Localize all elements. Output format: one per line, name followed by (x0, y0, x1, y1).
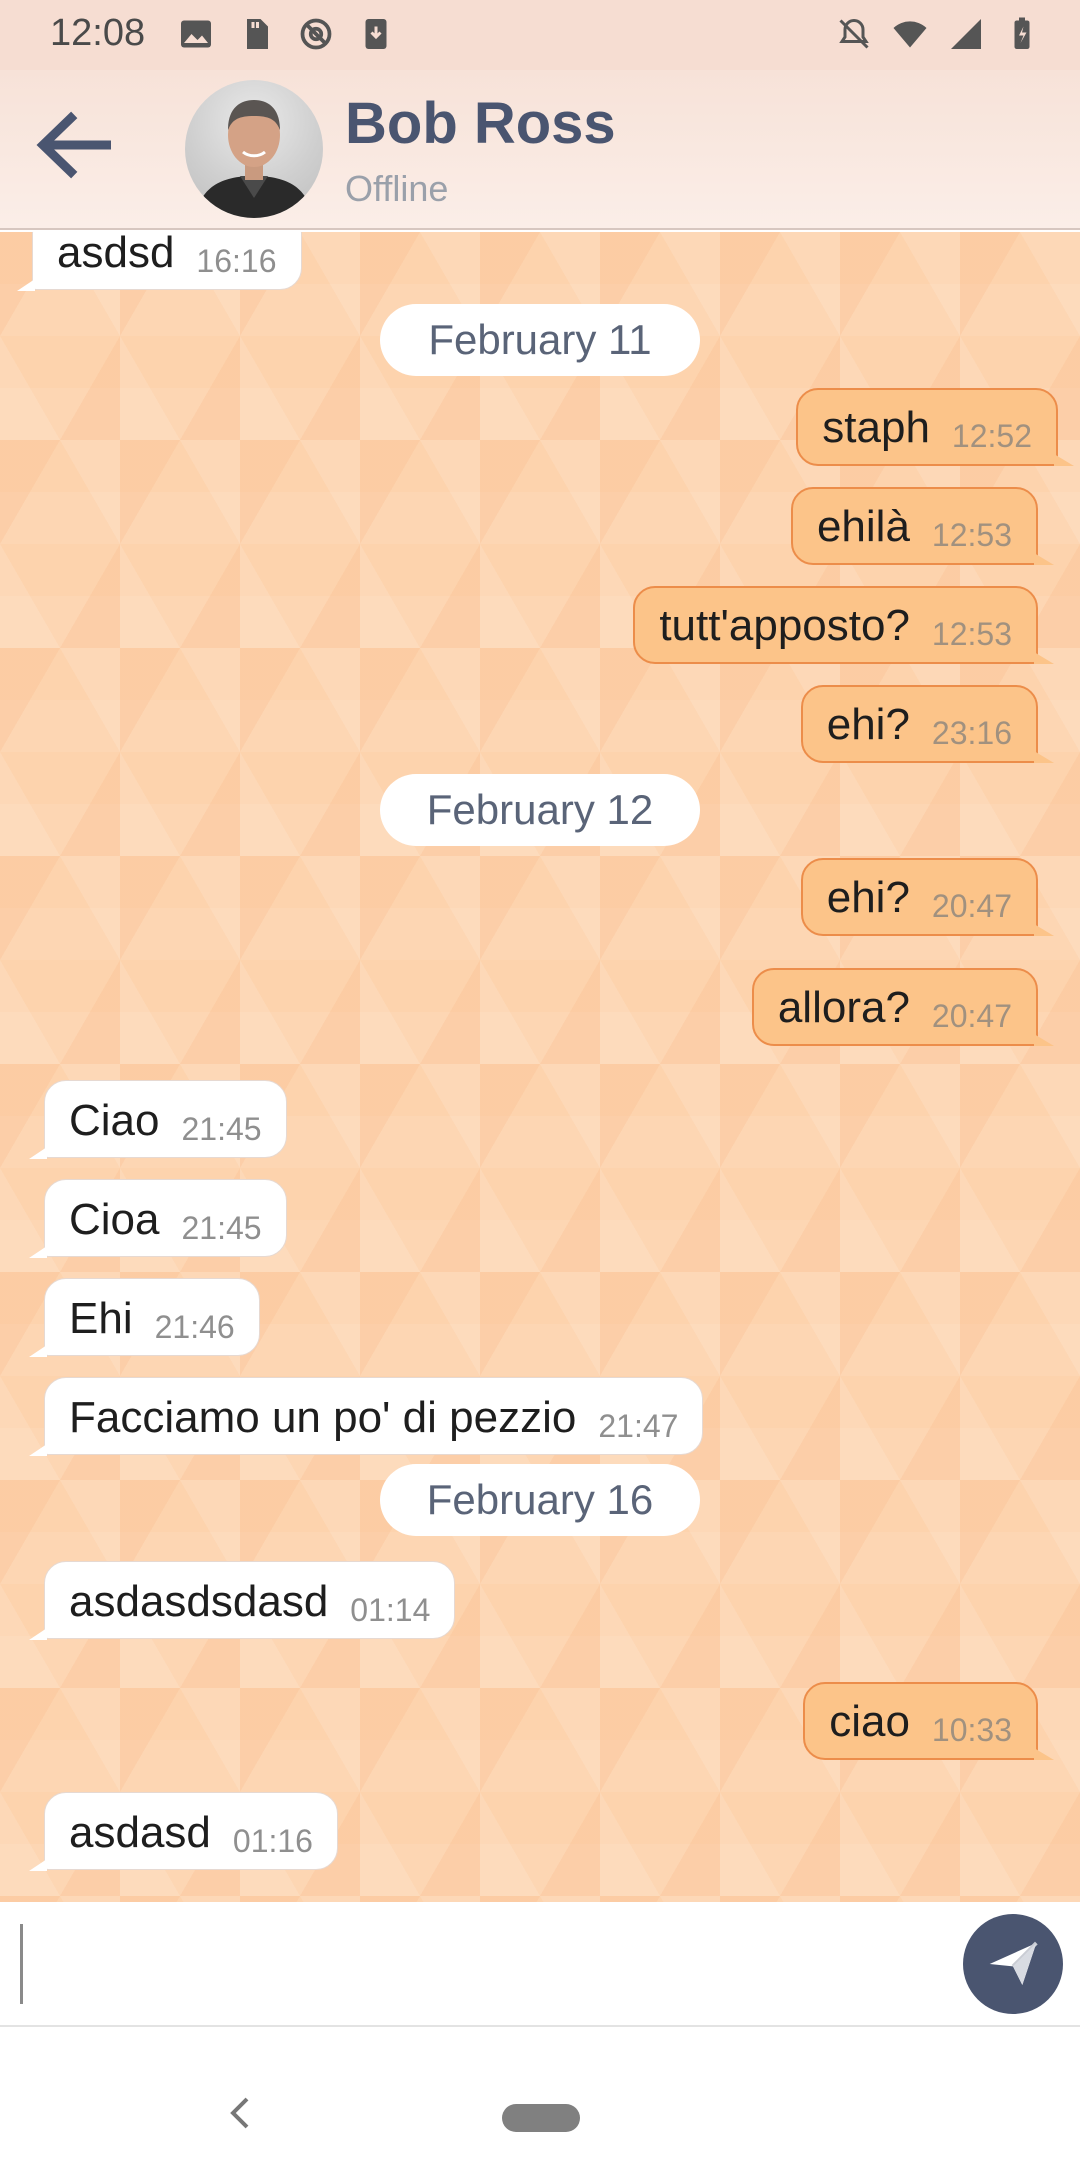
message-incoming[interactable]: Facciamo un po' di pezzio 21:47 (28, 1377, 704, 1456)
contact-status: Offline (345, 168, 449, 209)
message-incoming[interactable]: Ciao 21:45 (29, 1080, 287, 1159)
message-time: 21:47 (598, 1408, 679, 1444)
system-nav-bar (0, 2028, 1080, 2160)
message-incoming[interactable]: Cioa 21:45 (29, 1179, 287, 1258)
message-time: 21:45 (181, 1111, 262, 1147)
status-bar: 12:08 (0, 0, 1080, 70)
message-outgoing[interactable]: tutt'apposto? 12:53 (633, 586, 1054, 664)
message-time: 20:47 (931, 888, 1012, 924)
wifi-icon (893, 21, 927, 48)
message-incoming[interactable]: asdasd 01:16 (29, 1792, 338, 1871)
message-outgoing[interactable]: staph 12:52 (796, 388, 1074, 466)
message-time: 01:14 (350, 1592, 431, 1628)
notifications-off-icon (839, 18, 869, 49)
message-text: staph (822, 403, 930, 452)
message-time: 21:46 (154, 1309, 235, 1345)
message-time: 12:53 (931, 517, 1012, 553)
message-time: 23:16 (931, 715, 1012, 751)
contact-name[interactable]: Bob Ross (345, 90, 616, 157)
message-incoming[interactable]: asdsd 16:16 (17, 232, 302, 291)
image-icon (181, 20, 211, 48)
date-separator: February 16 (380, 1464, 700, 1536)
message-outgoing[interactable]: ehi? 20:47 (800, 858, 1055, 936)
message-outgoing[interactable]: allora? 20:47 (751, 968, 1055, 1046)
message-time: 12:52 (951, 418, 1032, 454)
message-time: 16:16 (196, 243, 277, 279)
arrow-left-icon (36, 111, 111, 179)
status-time: 12:08 (50, 12, 146, 54)
message-time: 12:53 (931, 616, 1012, 652)
message-text: allora? (777, 983, 910, 1032)
message-time: 21:45 (181, 1210, 262, 1246)
message-text: ehi? (826, 873, 910, 922)
message-time: 01:16 (232, 1823, 313, 1859)
message-incoming[interactable]: asdasdsdasd 01:14 (28, 1561, 456, 1640)
message-outgoing[interactable]: ciao 10:33 (803, 1682, 1054, 1760)
status-icons-left (178, 16, 394, 52)
download-icon (365, 19, 387, 49)
sd-card-icon (247, 19, 268, 49)
chat-header: Bob Ross Offline (0, 70, 1080, 230)
message-text: Facciamo un po' di pezzio (69, 1393, 577, 1442)
message-text: ehilà (816, 502, 910, 551)
home-pill-icon[interactable] (502, 2104, 580, 2132)
message-time: 10:33 (931, 1712, 1012, 1748)
message-text: Ehi (69, 1294, 133, 1343)
message-list[interactable]: asdsd 16:16 February 11 staph 12:52 ehil… (0, 232, 1080, 1902)
date-separator: February 12 (380, 774, 700, 846)
message-text: Cioa (69, 1195, 160, 1244)
composer-bar (0, 1902, 1080, 2027)
message-text: ehi? (826, 700, 910, 749)
send-icon (989, 1941, 1038, 1985)
signal-icon (951, 19, 981, 49)
message-text: ciao (829, 1697, 910, 1746)
avatar[interactable] (185, 80, 323, 218)
message-outgoing[interactable]: ehilà 12:53 (790, 487, 1055, 565)
message-time: 20:47 (931, 998, 1012, 1034)
message-text: Ciao (69, 1096, 160, 1145)
message-text: asdasd (69, 1808, 211, 1857)
message-input[interactable] (20, 1924, 940, 2004)
contact-photo (195, 100, 313, 218)
message-text: tutt'apposto? (659, 601, 910, 650)
back-button[interactable] (30, 105, 120, 185)
message-outgoing[interactable]: ehi? 23:16 (800, 685, 1055, 763)
status-icons-right (836, 16, 1040, 52)
at-sign-icon (300, 18, 332, 50)
battery-icon (1014, 17, 1030, 49)
date-separator: February 11 (380, 304, 700, 376)
message-incoming[interactable]: Ehi 21:46 (29, 1278, 260, 1357)
nav-back-icon[interactable] (215, 2088, 265, 2138)
message-text: asdsd (57, 232, 175, 277)
message-text: asdasdsdasd (69, 1577, 329, 1626)
send-button[interactable] (963, 1914, 1063, 2014)
